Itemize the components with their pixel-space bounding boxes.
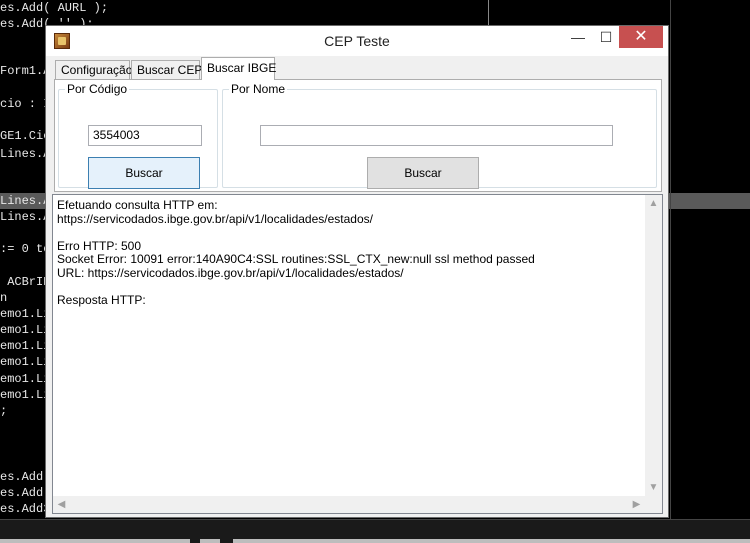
editor-code-line: emo1.Li <box>0 372 51 386</box>
memo-line <box>57 280 642 294</box>
minimize-button[interactable]: — <box>564 26 592 48</box>
editor-code-line: GE1.Cic <box>0 129 51 143</box>
editor-code-line: := 0 to <box>0 242 51 256</box>
buscar-nome-button[interactable]: Buscar <box>367 157 479 189</box>
tab-panel-buscar-ibge: Por Código 3554003 Buscar Por Nome Busca… <box>54 79 662 192</box>
scroll-up-arrow-icon[interactable]: ▲ <box>645 195 662 212</box>
editor-status-strip <box>0 519 750 543</box>
editor-code-line: Lines.A <box>0 147 51 161</box>
editor-code-line: emo1.Li <box>0 339 51 353</box>
editor-divider-right <box>670 0 671 520</box>
codigo-input[interactable]: 3554003 <box>88 125 202 146</box>
memo-line: Efetuando consulta HTTP em: <box>57 198 218 212</box>
group-por-codigo: Por Código 3554003 Buscar <box>58 82 218 189</box>
editor-code-line: Form1.A <box>0 64 51 78</box>
horizontal-scrollbar[interactable]: ◀ ▶ <box>53 496 645 513</box>
editor-code-line: emo1.Li <box>0 355 51 369</box>
tab-buscar-cep[interactable]: Buscar CEP <box>131 60 202 79</box>
group-por-nome: Por Nome Buscar <box>222 82 657 189</box>
memo-line: Erro HTTP: 500 <box>57 238 142 253</box>
editor-code-line: emo1.Li <box>0 388 51 402</box>
maximize-button[interactable]: ☐ <box>592 26 620 48</box>
group-por-nome-legend: Por Nome <box>231 82 286 96</box>
title-bar[interactable]: CEP Teste — ☐ ✕ <box>46 26 668 56</box>
editor-code-line: es.Add <box>0 470 44 484</box>
memo-line <box>57 226 642 240</box>
buscar-codigo-button[interactable]: Buscar <box>88 157 200 189</box>
result-memo[interactable]: Efetuando consulta HTTP em: https://servi… <box>52 194 663 514</box>
editor-code-line: emo1.Li <box>0 323 51 337</box>
memo-text: Efetuando consulta HTTP em: https://servi… <box>57 198 642 307</box>
editor-code-line: ACBrIB <box>0 275 51 289</box>
scroll-down-arrow-icon[interactable]: ▼ <box>645 479 662 496</box>
editor-code-line: es.Add( AURL ); <box>0 1 109 15</box>
editor-divider <box>488 0 489 27</box>
editor-code-line: es.Add <box>0 486 44 500</box>
memo-line: https://servicodados.ibge.gov.br/api/v1/… <box>57 211 373 226</box>
editor-code-line: emo1.Li <box>0 307 51 321</box>
vertical-scrollbar[interactable]: ▲ ▼ <box>645 195 662 496</box>
memo-line: URL: https://servicodados.ibge.gov.br/ap… <box>57 265 404 280</box>
scrollbar-corner <box>645 496 662 513</box>
group-por-codigo-legend: Por Código <box>67 82 128 96</box>
memo-line: Resposta HTTP: <box>57 292 146 307</box>
editor-code-line: n <box>0 291 8 305</box>
tab-configuracao[interactable]: Configuração <box>55 60 132 79</box>
editor-code-line: es.Add3 <box>0 502 51 516</box>
editor-code-line: ; <box>0 404 8 418</box>
tab-buscar-ibge[interactable]: Buscar IBGE <box>201 57 276 80</box>
editor-code-line: Lines.A <box>0 210 51 224</box>
close-button[interactable]: ✕ <box>619 26 663 48</box>
cep-teste-window: CEP Teste — ☐ ✕ Configuração Buscar CEP … <box>45 25 669 518</box>
scroll-left-arrow-icon[interactable]: ◀ <box>53 496 70 513</box>
editor-code-line: Lines.A <box>0 194 51 208</box>
scroll-right-arrow-icon[interactable]: ▶ <box>628 496 645 513</box>
editor-code-line: cio : I <box>0 97 51 111</box>
nome-input[interactable] <box>260 125 613 146</box>
memo-line: Socket Error: 10091 error:140A90C4:SSL r… <box>57 252 535 266</box>
